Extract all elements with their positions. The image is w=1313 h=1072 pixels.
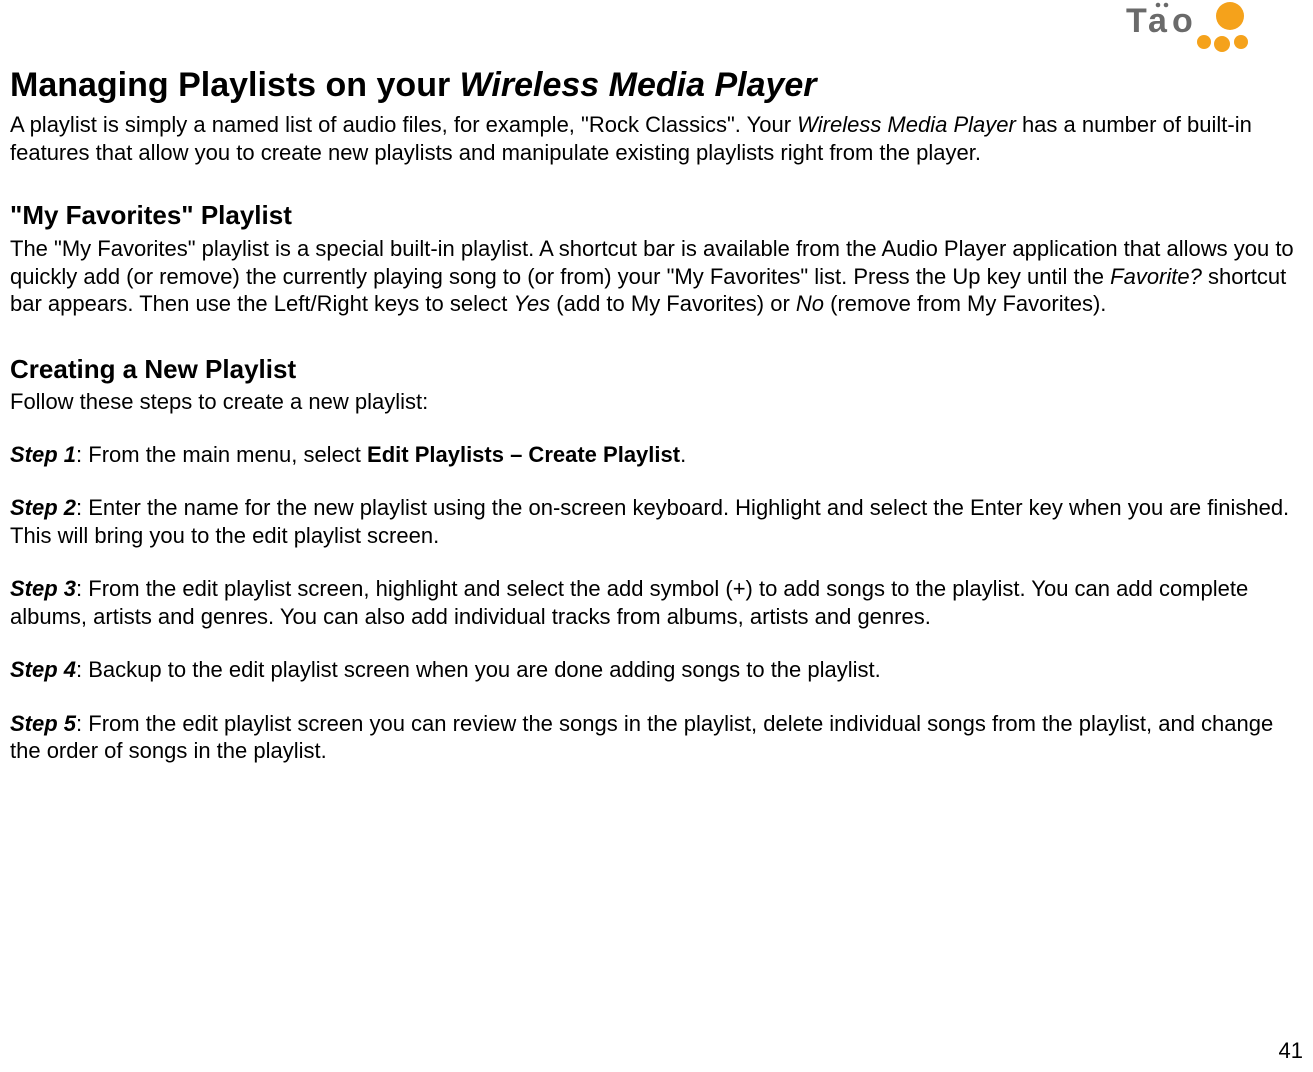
brand-logo: T a o bbox=[1126, 2, 1301, 54]
step-5-label: Step 5 bbox=[10, 711, 76, 736]
intro-paragraph: A playlist is simply a named list of aud… bbox=[10, 111, 1303, 166]
intro-product: Wireless Media Player bbox=[797, 112, 1016, 137]
favorites-paragraph: The "My Favorites" playlist is a special… bbox=[10, 235, 1303, 318]
creating-heading: Creating a New Playlist bbox=[10, 354, 1303, 385]
title-italic: Wireless Media Player bbox=[460, 66, 817, 104]
fav-part1: The "My Favorites" playlist is a special… bbox=[10, 236, 1294, 289]
page-number: 41 bbox=[1279, 1038, 1303, 1064]
step-3-before: : From the edit playlist screen, highlig… bbox=[10, 576, 1248, 629]
fav-italic3: No bbox=[796, 291, 824, 316]
step-5: Step 5: From the edit playlist screen yo… bbox=[10, 710, 1303, 765]
svg-text:T: T bbox=[1126, 2, 1147, 40]
creating-intro: Follow these steps to create a new playl… bbox=[10, 389, 1303, 415]
step-1-label: Step 1 bbox=[10, 442, 76, 467]
step-2-before: : Enter the name for the new playlist us… bbox=[10, 495, 1289, 548]
tao-logo-icon: T a o bbox=[1126, 2, 1301, 54]
favorites-heading: "My Favorites" Playlist bbox=[10, 200, 1303, 231]
step-1-bold: Edit Playlists – Create Playlist bbox=[367, 442, 680, 467]
page-title: Managing Playlists on your Wireless Medi… bbox=[10, 66, 1303, 105]
step-1: Step 1: From the main menu, select Edit … bbox=[10, 441, 1303, 469]
title-prefix: Managing Playlists on your bbox=[10, 66, 460, 104]
fav-italic1: Favorite? bbox=[1110, 264, 1202, 289]
intro-part1: A playlist is simply a named list of aud… bbox=[10, 112, 797, 137]
step-4: Step 4: Backup to the edit playlist scre… bbox=[10, 656, 1303, 684]
step-4-before: : Backup to the edit playlist screen whe… bbox=[76, 657, 881, 682]
step-5-before: : From the edit playlist screen you can … bbox=[10, 711, 1273, 764]
svg-text:a: a bbox=[1148, 2, 1168, 40]
fav-part4: (remove from My Favorites). bbox=[824, 291, 1106, 316]
fav-italic2: Yes bbox=[513, 291, 550, 316]
fav-part3: (add to My Favorites) or bbox=[550, 291, 796, 316]
step-1-before: : From the main menu, select bbox=[76, 442, 367, 467]
svg-text:o: o bbox=[1172, 2, 1192, 40]
step-3-label: Step 3 bbox=[10, 576, 76, 601]
step-2-label: Step 2 bbox=[10, 495, 76, 520]
document-page: T a o Managing Playlists on your Wireles… bbox=[0, 0, 1313, 765]
step-3: Step 3: From the edit playlist screen, h… bbox=[10, 575, 1303, 630]
step-2: Step 2: Enter the name for the new playl… bbox=[10, 494, 1303, 549]
step-1-after: . bbox=[680, 442, 686, 467]
step-4-label: Step 4 bbox=[10, 657, 76, 682]
